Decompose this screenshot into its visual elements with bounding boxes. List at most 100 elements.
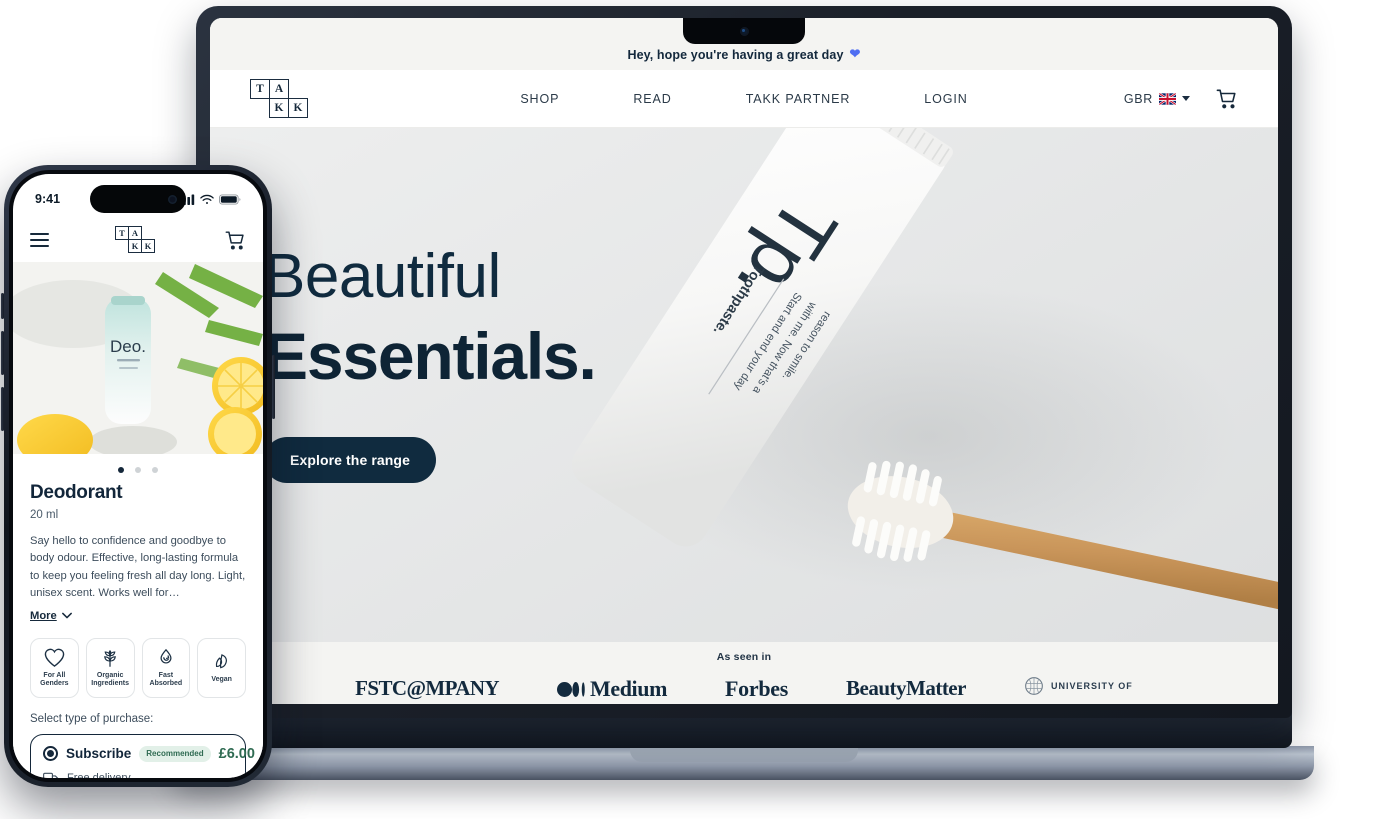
chevron-down-icon bbox=[61, 613, 72, 619]
front-camera-icon bbox=[168, 194, 177, 204]
badge-label: Organic Ingredients bbox=[91, 671, 129, 688]
svg-text:Deo.: Deo. bbox=[110, 337, 146, 356]
laptop-lid: Hey, hope you're having a great day ❤ T … bbox=[196, 6, 1292, 718]
product-title: Deodorant bbox=[30, 482, 123, 503]
logo-tile-k2: K bbox=[288, 97, 308, 118]
university-crest-icon bbox=[1025, 677, 1043, 695]
product-size: 20 ml bbox=[30, 509, 59, 521]
press-logo-fast-company: FSTC@MPANY bbox=[355, 676, 499, 700]
hero-headline-light: Beautiful bbox=[264, 242, 501, 311]
badge-label: Fast Absorbed bbox=[149, 671, 183, 688]
takk-logo[interactable]: T A K K bbox=[250, 78, 314, 119]
medium-mark-icon bbox=[556, 681, 585, 697]
carousel-dots[interactable] bbox=[13, 454, 263, 482]
laptop-screen: Hey, hope you're having a great day ❤ T … bbox=[210, 18, 1278, 704]
deodorant-product-photo: Deo. bbox=[13, 262, 263, 454]
primary-navigation: SHOP READ TAKK PARTNER LOGIN bbox=[520, 92, 967, 106]
takk-logo-mobile[interactable]: T A K K bbox=[115, 226, 159, 254]
press-logo-university-text: UNIVERSITY OF bbox=[1050, 681, 1133, 691]
laptop-base-notch bbox=[630, 746, 858, 762]
status-bar-indicators bbox=[179, 193, 241, 205]
press-logo-beautymatter: BeautyMatter bbox=[846, 676, 966, 700]
phone-power-button[interactable] bbox=[272, 355, 275, 419]
shopping-cart-icon[interactable] bbox=[1216, 88, 1238, 110]
carousel-dot-2[interactable] bbox=[135, 467, 141, 473]
badge-vegan: Vegan bbox=[197, 637, 246, 698]
heart-icon: ❤ bbox=[849, 46, 861, 61]
webcam-icon bbox=[739, 26, 749, 36]
laptop-base bbox=[174, 746, 1314, 780]
phone-product-page: Deo. Deodorant 20 ml Say hello to confid… bbox=[13, 262, 263, 778]
takk-website: Hey, hope you're having a great day ❤ T … bbox=[210, 18, 1278, 704]
perk-free-delivery: Free delivery bbox=[43, 771, 233, 778]
hero-section: Tp. Toothpaste. Start and end your day w… bbox=[210, 128, 1278, 704]
droplet-recycle-icon bbox=[160, 648, 172, 664]
header-actions: GBR bbox=[1124, 88, 1238, 110]
nav-item-read[interactable]: READ bbox=[633, 92, 671, 106]
subscribe-radio-button[interactable] bbox=[43, 746, 58, 762]
phone-device: 9:41 T A K K Deo. Deodorant 20 ml Say he… bbox=[1, 165, 275, 787]
logo-tile-k1: K bbox=[128, 239, 142, 253]
chevron-down-icon bbox=[1182, 96, 1190, 101]
subscribe-option-header: Subscribe Recommended £6.00 bbox=[43, 745, 255, 762]
badge-organic-ingredients: Organic Ingredients bbox=[85, 637, 135, 698]
carousel-dot-1[interactable] bbox=[118, 467, 124, 473]
recommended-badge: Recommended bbox=[139, 745, 211, 762]
dynamic-island bbox=[90, 185, 186, 213]
perk-label: Free delivery bbox=[67, 771, 131, 778]
heart-icon bbox=[44, 648, 65, 667]
hero-headline-bold: Essentials. bbox=[264, 319, 597, 393]
subscribe-label: Subscribe bbox=[66, 746, 132, 762]
laptop-camera-notch bbox=[683, 18, 805, 44]
badge-label: Vegan bbox=[211, 676, 232, 683]
press-logo-medium-text: Medium bbox=[589, 676, 668, 701]
product-feature-badges: For All Genders Organic Ingredients Fast… bbox=[30, 637, 246, 698]
as-seen-in-section: As seen in FSTC@MPANY Medium Forbes Beau… bbox=[210, 642, 1278, 704]
hero-copy: Beautiful Essentials. Explore the range bbox=[264, 242, 597, 484]
subscribe-price: £6.00 bbox=[218, 745, 255, 762]
uk-flag-icon bbox=[1159, 92, 1176, 105]
logo-tile-k2: K bbox=[141, 239, 155, 253]
nav-item-takk-partner[interactable]: TAKK PARTNER bbox=[746, 92, 851, 106]
more-toggle[interactable]: More bbox=[30, 610, 72, 622]
nav-item-shop[interactable]: SHOP bbox=[520, 92, 559, 106]
logo-tile-a: A bbox=[269, 78, 289, 99]
badge-fast-absorbed: Fast Absorbed bbox=[141, 637, 191, 698]
product-image[interactable]: Deo. bbox=[13, 262, 263, 454]
phone-screen: 9:41 T A K K Deo. Deodorant 20 ml Say he… bbox=[13, 174, 263, 778]
leaves-icon bbox=[215, 654, 228, 669]
logo-tile-a: A bbox=[128, 226, 142, 240]
logo-tile-t: T bbox=[250, 78, 270, 99]
press-logos: FSTC@MPANY Medium Forbes BeautyMatter UN… bbox=[210, 676, 1278, 702]
product-details: Deodorant 20 ml Say hello to confidence … bbox=[13, 482, 263, 778]
phone-app-header: T A K K bbox=[13, 218, 263, 262]
site-header: T A K K SHOP READ TAKK PARTNER LOGIN GBR bbox=[210, 70, 1278, 128]
battery-icon bbox=[219, 193, 241, 205]
phone-frame: 9:41 T A K K Deo. Deodorant 20 ml Say he… bbox=[4, 165, 272, 787]
shopping-cart-icon[interactable] bbox=[225, 230, 246, 251]
press-logo-medium: Medium bbox=[556, 676, 668, 702]
hamburger-menu-icon[interactable] bbox=[30, 233, 49, 247]
phone-bezel: 9:41 T A K K Deo. Deodorant 20 ml Say he… bbox=[9, 170, 267, 782]
as-seen-in-label: As seen in bbox=[716, 651, 772, 663]
carousel-dot-3[interactable] bbox=[152, 467, 158, 473]
plant-leaf-icon bbox=[104, 649, 117, 667]
more-label: More bbox=[30, 609, 57, 622]
delivery-truck-icon bbox=[43, 772, 59, 778]
wifi-icon bbox=[200, 194, 214, 204]
badge-label: For All Genders bbox=[40, 671, 69, 688]
press-logo-university: UNIVERSITY OF bbox=[1024, 676, 1133, 696]
screenshot-stage: Hey, hope you're having a great day ❤ T … bbox=[0, 0, 1392, 819]
subscribe-option-card[interactable]: Subscribe Recommended £6.00 Free deliver… bbox=[30, 733, 255, 778]
locale-selector[interactable]: GBR bbox=[1124, 92, 1190, 106]
laptop-device: Hey, hope you're having a great day ❤ T … bbox=[174, 6, 1314, 792]
status-bar-time: 9:41 bbox=[35, 192, 61, 206]
explore-the-range-button[interactable]: Explore the range bbox=[264, 437, 436, 484]
nav-item-login[interactable]: LOGIN bbox=[924, 92, 967, 106]
badge-for-all-genders: For All Genders bbox=[30, 637, 79, 698]
purchase-type-label: Select type of purchase: bbox=[30, 712, 154, 725]
press-logo-forbes: Forbes bbox=[725, 676, 788, 701]
product-description: Say hello to confidence and goodbye to b… bbox=[30, 535, 246, 600]
locale-label: GBR bbox=[1123, 91, 1153, 106]
logo-tile-t: T bbox=[115, 226, 129, 240]
